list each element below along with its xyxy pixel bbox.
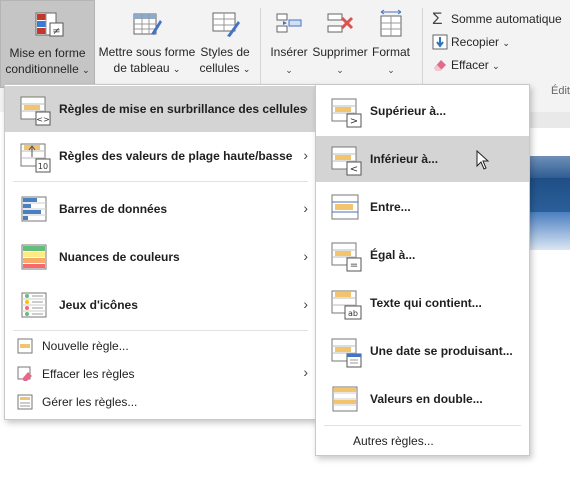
conditional-formatting-icon: ≠ [35,12,63,37]
svg-text:<: < [350,164,358,175]
svg-text:≠: ≠ [52,26,60,37]
format-cells-icon [380,9,402,37]
submenu-item-label: Entre... [370,200,411,214]
delete-chevron-icon: ⌄ [336,65,344,75]
menu-separator [13,330,308,331]
submenu-item-label: Texte qui contient... [370,296,482,310]
svg-text:ab: ab [348,309,358,318]
submenu-item-label: Une date se produisant... [370,344,513,358]
ribbon-separator [260,8,261,88]
menu-item-clear-rules[interactable]: Effacer les règles › [5,361,316,387]
menu-item-label: Barres de données [59,202,168,216]
menu-separator [324,425,521,426]
chevron-right-icon: › [303,364,308,380]
fill-down-icon [432,34,448,50]
insert-icon [276,13,302,33]
top-bottom-rules-icon: 10 [20,143,51,173]
menu-item-color-scales[interactable]: Nuances de couleurs › [5,234,316,280]
format-chevron-icon: ⌄ [387,65,395,75]
menu-separator [13,181,308,182]
mouse-pointer-icon [476,150,490,170]
sigma-icon: Σ [432,9,443,28]
menu-item-new-rule[interactable]: Nouvelle règle... [5,333,316,359]
conditional-formatting-button[interactable]: ≠ Mise en forme conditionnelle ⌄ [0,0,95,88]
svg-text:>: > [350,116,358,127]
chevron-right-icon: › [303,296,308,312]
chevron-right-icon: › [303,100,308,116]
highlight-rules-submenu: > Supérieur à... < Inférieur à... Entre.… [315,84,530,456]
delete-label: Supprimer [312,45,368,59]
eraser-icon [434,60,446,71]
text-contains-icon: ab [331,290,362,320]
clear-label: Effacer ⌄ [451,58,500,72]
submenu-item-less-than[interactable]: < Inférieur à... [316,136,529,182]
cell-styles-icon [212,12,240,37]
menu-item-data-bars[interactable]: Barres de données › [5,186,316,232]
autosum-label: Somme automatique [451,12,562,26]
between-icon [331,194,359,220]
menu-item-label: Règles de mise en surbrillance des cellu… [59,102,307,116]
menu-item-highlight-rules[interactable]: <> Règles de mise en surbrillance des ce… [5,86,316,132]
clear-rules-icon [17,366,32,381]
delete-button[interactable]: Supprimer ⌄ [311,0,369,88]
icon-sets-icon [21,292,47,318]
more-rules-label: Autres règles... [353,434,434,448]
menu-item-manage-rules[interactable]: Gérer les règles... [5,389,316,415]
menu-item-label: Effacer les règles [42,367,135,381]
data-bars-icon [21,196,47,222]
svg-text:<>: <> [36,115,49,124]
submenu-item-label: Supérieur à... [370,104,447,118]
equal-to-icon: = [331,242,362,272]
highlight-rules-icon: <> [20,96,51,126]
menu-item-label: Règles des valeurs de plage haute/basse [59,149,293,163]
cf-label-line1: Mise en forme [9,46,86,60]
format-table-line1: Mettre sous forme [98,45,196,59]
conditional-formatting-menu: <> Règles de mise en surbrillance des ce… [4,84,317,420]
chevron-right-icon: › [303,147,308,163]
format-label: Format [371,45,410,59]
submenu-item-duplicate-values[interactable]: Valeurs en double... [316,376,529,422]
insert-label: Insérer [270,45,308,59]
menu-item-label: Nouvelle règle... [42,339,129,353]
submenu-item-label: Valeurs en double... [370,392,483,406]
cf-label-line2: conditionnelle ⌄ [5,62,90,76]
submenu-item-text-contains[interactable]: ab Texte qui contient... [316,280,529,326]
date-occurring-icon [331,338,362,368]
duplicate-values-icon [332,386,358,412]
color-scales-icon [21,244,47,270]
submenu-item-more-rules[interactable]: Autres règles... [316,428,529,454]
insert-chevron-icon: ⌄ [285,65,293,75]
format-as-table-icon [133,13,162,35]
fill-label: Recopier ⌄ [451,35,510,49]
new-rule-icon [17,338,33,354]
insert-button[interactable]: Insérer ⌄ [266,0,312,88]
menu-item-label: Nuances de couleurs [59,250,180,264]
format-as-table-button[interactable]: Mettre sous forme de tableau ⌄ [95,0,199,88]
menu-item-label: Jeux d'icônes [59,298,138,312]
svg-text:10: 10 [38,162,48,171]
manage-rules-icon [17,394,33,410]
menu-item-label: Gérer les règles... [42,395,138,409]
menu-item-icon-sets[interactable]: Jeux d'icônes › [5,282,316,328]
format-button[interactable]: Format ⌄ [369,0,413,88]
cell-styles-button[interactable]: Styles de cellules ⌄ [197,0,253,88]
submenu-item-label: Égal à... [370,248,416,262]
cell-styles-line2: cellules ⌄ [199,61,251,75]
menu-item-top-bottom-rules[interactable]: 10 Règles des valeurs de plage haute/bas… [5,133,316,179]
less-than-icon: < [331,146,362,176]
submenu-item-label: Inférieur à... [370,152,439,166]
chevron-right-icon: › [303,248,308,264]
svg-text:=: = [350,260,358,271]
submenu-item-greater-than[interactable]: > Supérieur à... [316,88,529,134]
format-table-line2: de tableau ⌄ [113,61,181,75]
submenu-item-between[interactable]: Entre... [316,184,529,230]
ribbon-separator [422,8,423,88]
chevron-right-icon: › [303,200,308,216]
greater-than-icon: > [331,98,362,128]
editing-group-label: Édit [551,85,570,97]
delete-icon [327,13,354,33]
cell-styles-line1: Styles de [200,45,250,59]
submenu-item-date-occurring[interactable]: Une date se produisant... [316,328,529,374]
submenu-item-equal-to[interactable]: = Égal à... [316,232,529,278]
